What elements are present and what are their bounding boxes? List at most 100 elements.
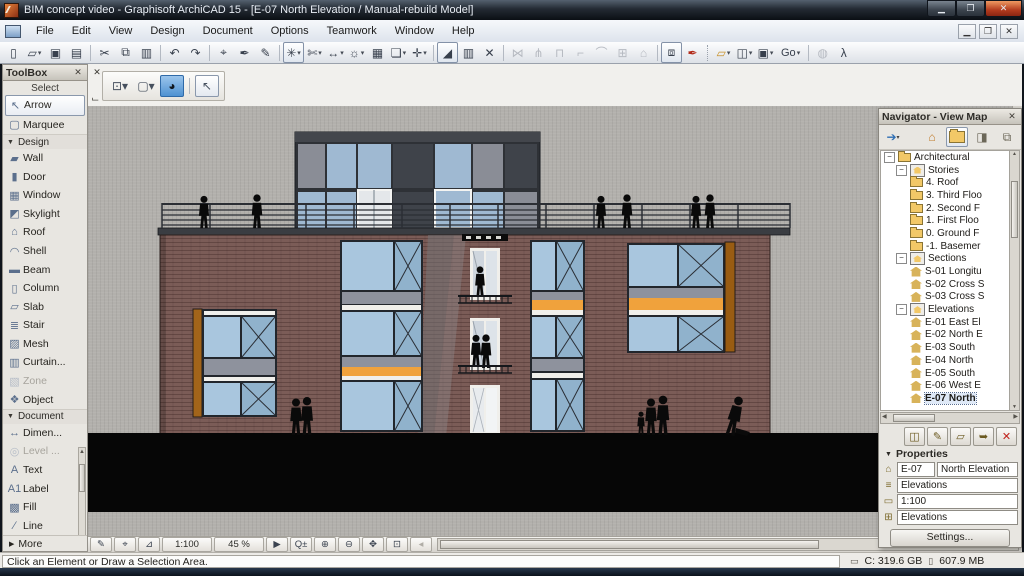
mdi-document-icon[interactable] (5, 25, 21, 38)
navigator-close-icon[interactable]: ✕ (1006, 111, 1018, 122)
tree-item-4-roof[interactable]: 4. Roof (881, 176, 1019, 189)
tree-item--1-basemer[interactable]: -1. Basemer (881, 240, 1019, 253)
menu-design[interactable]: Design (141, 22, 193, 40)
tree-item-0-ground-f[interactable]: 0. Ground F (881, 227, 1019, 240)
grid-display-button[interactable]: ▦ (367, 42, 388, 63)
tree-item-e-06-west-e[interactable]: E-06 West E (881, 379, 1019, 392)
tree-item-s-01-longitu[interactable]: S-01 Longitu (881, 265, 1019, 278)
layers-button[interactable]: ❏▾ (388, 42, 409, 63)
view-layout-field[interactable]: Elevations (897, 510, 1018, 525)
tree-item-e-04-north[interactable]: E-04 North (881, 354, 1019, 367)
tree-vertical-scrollbar[interactable]: ▲▼ (1009, 151, 1019, 410)
print-button[interactable]: ▤ (66, 42, 87, 63)
tree-item-1-first-floo[interactable]: 1. First Floo (881, 214, 1019, 227)
tool-label[interactable]: A1Label (3, 479, 87, 498)
new-folder-button[interactable]: ▱ (950, 427, 971, 446)
menu-options[interactable]: Options (262, 22, 318, 40)
walk-explore-button[interactable]: λ (833, 42, 854, 63)
tool-fill[interactable]: ▩Fill (3, 498, 87, 517)
view-id-field[interactable]: E-07 (897, 462, 935, 477)
redo-button[interactable]: ↷ (185, 42, 206, 63)
tree-item-e-02-north-e[interactable]: E-02 North E (881, 329, 1019, 342)
tree-expander-icon[interactable]: − (884, 152, 895, 163)
markup-pen-button[interactable]: ✒ (682, 42, 703, 63)
navigator-header[interactable]: Navigator - View Map ✕ (879, 109, 1021, 125)
tool-mesh[interactable]: ▨Mesh (3, 335, 87, 354)
marquee-select-button[interactable]: ⊡▾ (108, 75, 132, 97)
publisher-button[interactable]: ⧉ (996, 127, 1018, 147)
project-map-button[interactable]: ⌂ (921, 127, 943, 147)
tree-item-s-03-cross-s[interactable]: S-03 Cross S (881, 291, 1019, 304)
tree-item-2-second-f[interactable]: 2. Second F (881, 202, 1019, 215)
tree-item-s-02-cross-s[interactable]: S-02 Cross S (881, 278, 1019, 291)
menu-teamwork[interactable]: Teamwork (318, 22, 386, 40)
clear-x-button[interactable]: ✕ (479, 42, 500, 63)
virtual-trace-button[interactable]: ⊿ (138, 537, 160, 552)
tree-expander-icon[interactable]: − (896, 253, 907, 264)
zoom-out-button[interactable]: ⊖ (338, 537, 360, 552)
anchor-point-button[interactable]: ✛▾ (409, 42, 430, 63)
toolbox-close-icon[interactable]: ✕ (72, 67, 84, 78)
tool-roof[interactable]: ⌂Roof (3, 223, 87, 242)
paste-button[interactable]: ▥ (136, 42, 157, 63)
open-file-button[interactable]: ▱▾ (24, 42, 45, 63)
toolbox-header[interactable]: ToolBox ✕ (3, 65, 87, 81)
column-grid-button[interactable]: ▥ (458, 42, 479, 63)
menu-view[interactable]: View (100, 22, 142, 40)
menu-help[interactable]: Help (443, 22, 484, 40)
menu-document[interactable]: Document (194, 22, 262, 40)
minimize-button[interactable]: ▁ (927, 0, 956, 17)
tree-expander-icon[interactable]: − (896, 304, 907, 315)
go-menu-button[interactable]: Go▾ (776, 42, 805, 63)
tool-column[interactable]: ▯Column (3, 279, 87, 298)
tree-item-elevations[interactable]: −Elevations (881, 303, 1019, 316)
properties-header[interactable]: ▼ Properties (879, 447, 1021, 461)
tree-item-3-third-floo[interactable]: 3. Third Floo (881, 189, 1019, 202)
tool-text[interactable]: AText (3, 461, 87, 480)
layout-book-button[interactable]: ◨ (971, 127, 993, 147)
pick-up-parameters-button[interactable]: ✒ (234, 42, 255, 63)
tool-object[interactable]: ❖Object (3, 390, 87, 409)
settings-button[interactable]: Settings... (890, 529, 1010, 547)
tool-stair[interactable]: ≣Stair (3, 316, 87, 335)
project-chooser-button[interactable]: ➔▾ (882, 127, 904, 147)
frame-select-button[interactable]: ⧈ (661, 42, 682, 63)
copy-button[interactable]: ⧉ (115, 42, 136, 63)
tree-item-e-01-east-el[interactable]: E-01 East El (881, 316, 1019, 329)
save-button[interactable]: ▣ (45, 42, 66, 63)
quick-selection-magnet-button[interactable]: ◕ (160, 75, 184, 97)
mdi-close-button[interactable]: ✕ (1000, 24, 1018, 39)
toolbox-section-design[interactable]: ▼Design (3, 134, 87, 149)
pen-sets-button[interactable]: ✎ (90, 537, 112, 552)
tool-window[interactable]: ▦Window (3, 186, 87, 205)
layout-book-button[interactable]: ▣▾ (755, 42, 776, 63)
tool-door[interactable]: ▮Door (3, 167, 87, 186)
tree-expander-icon[interactable]: − (896, 165, 907, 176)
cut-button[interactable]: ✂ (94, 42, 115, 63)
zoom-menu-button[interactable]: ▶ (266, 537, 288, 552)
close-button[interactable]: ✕ (985, 0, 1022, 17)
tree-item-e-07-north[interactable]: E-07 North (881, 392, 1019, 405)
tool-slab[interactable]: ▱Slab (3, 297, 87, 316)
viewmap-folder-button[interactable]: ▱▾ (713, 42, 734, 63)
find-select-button[interactable]: ⌖ (213, 42, 234, 63)
zoom-options-button[interactable]: Q± (290, 537, 312, 552)
model-view-options-button[interactable]: ⌖ (114, 537, 136, 552)
tree-horizontal-scrollbar[interactable]: ◀▶ (880, 412, 1020, 424)
tool-beam[interactable]: ▬Beam (3, 260, 87, 279)
tree-item-e-03-south[interactable]: E-03 South (881, 341, 1019, 354)
menu-edit[interactable]: Edit (63, 22, 100, 40)
fit-in-window-button[interactable]: ⊡ (386, 537, 408, 552)
zoom-in-button[interactable]: ⊕ (314, 537, 336, 552)
toolbox-section-document[interactable]: ▼Document (3, 409, 87, 424)
dimension-button[interactable]: ↔▾ (325, 42, 346, 63)
tool-skylight[interactable]: ◩Skylight (3, 205, 87, 224)
view-window-button[interactable]: ◫▾ (734, 42, 755, 63)
suspend-groups-button[interactable]: ✳▾ (283, 42, 304, 63)
tool-line[interactable]: ∕Line (3, 517, 87, 535)
sun-shadow-button[interactable]: ☼▾ (346, 42, 367, 63)
tree-item-stories[interactable]: −Stories (881, 164, 1019, 177)
menu-window[interactable]: Window (386, 22, 443, 40)
view-scale-field[interactable]: 1:100 (897, 494, 1018, 509)
open-settings-button[interactable]: ➥ (973, 427, 994, 446)
